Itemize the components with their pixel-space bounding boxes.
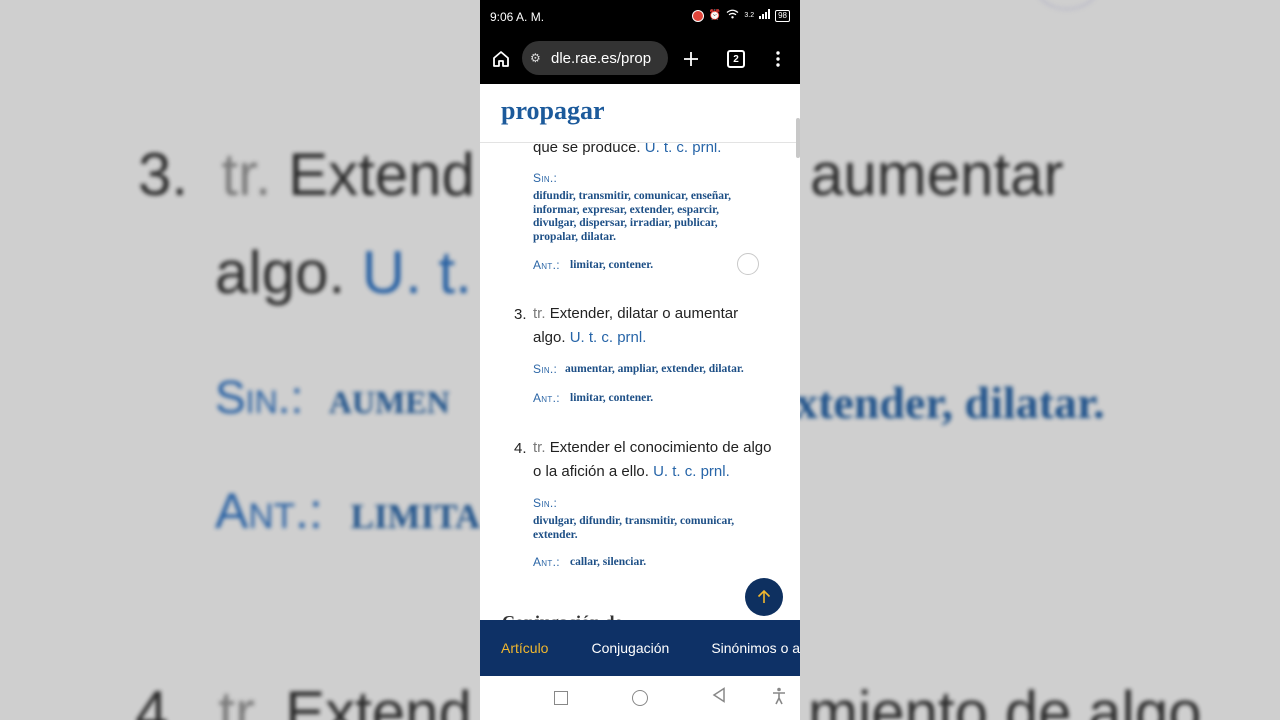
back-button[interactable] — [712, 687, 726, 708]
wifi-icon — [726, 9, 739, 22]
partial-definition-line: que se produce. U. t. c. prnl. — [533, 142, 722, 156]
bottom-tab-bar: Artículo Conjugación Sinónimos o antónim… — [480, 620, 800, 676]
entry-header: propagar — [480, 84, 800, 143]
signal-icon — [759, 9, 771, 22]
synonyms-label: Sin.: — [533, 362, 558, 376]
definition-4: tr. Extender el conocimiento de algo o l… — [533, 439, 772, 480]
accessibility-icon[interactable] — [772, 687, 786, 710]
synonym-line[interactable]: divulgar, difundir, transmitir, comunica… — [533, 515, 734, 529]
entry-content: que se produce. U. t. c. prnl. Sin.: dif… — [480, 142, 800, 620]
phone-screen: 9:06 A. M. ⏰ 3.2 98 ⚙ dle.rae.es/prop 2 — [480, 0, 800, 720]
synonyms-label: Sin.: — [533, 171, 558, 185]
bg-line-5: 4. tr. Extend — [135, 679, 472, 720]
arrow-up-icon — [757, 589, 771, 603]
scroll-top-button[interactable] — [745, 578, 783, 616]
network-speed: 3.2 — [744, 12, 755, 19]
synonym-line[interactable]: extender. — [533, 529, 734, 543]
synonyms-list: difundir, transmitir, comunicar, enseñar… — [533, 190, 731, 244]
recording-icon — [691, 9, 704, 22]
definition-number: 3. — [514, 306, 527, 323]
home-button[interactable] — [632, 690, 648, 706]
definition-3: tr. Extender, dilatar o aumentar algo. U… — [533, 305, 739, 346]
bg-line-3: Sin.: aumen — [215, 371, 450, 423]
tab-sinonimos[interactable]: Sinónimos o antónimos — [711, 640, 800, 656]
touch-indicator — [737, 253, 759, 275]
antonyms-label: Ant.: — [533, 258, 560, 272]
synonyms-list: divulgar, difundir, transmitir, comunica… — [533, 515, 734, 542]
battery-icon: 98 — [775, 9, 790, 22]
url-text: dle.rae.es/prop — [551, 49, 652, 67]
synonyms-list[interactable]: aumentar, ampliar, extender, dilatar. — [565, 363, 744, 377]
alarm-icon: ⏰ — [708, 10, 722, 21]
scrollbar[interactable] — [796, 118, 800, 158]
system-navigation-bar — [480, 676, 800, 720]
tab-conjugacion[interactable]: Conjugación — [591, 640, 669, 656]
synonym-line[interactable]: propalar, dilatar. — [533, 231, 731, 245]
bg-line-3-right: xtender, dilatar. — [795, 377, 1105, 428]
section-heading: Conjugación de — [502, 612, 623, 620]
tab-articulo[interactable]: Artículo — [501, 640, 548, 656]
recents-button[interactable] — [554, 691, 568, 705]
tab-count: 2 — [727, 50, 745, 68]
synonym-line[interactable]: informar, expresar, extender, esparcir, — [533, 204, 731, 218]
synonyms-label: Sin.: — [533, 496, 558, 510]
antonyms-list[interactable]: callar, silenciar. — [570, 556, 646, 570]
antonyms-list[interactable]: limitar, contener. — [570, 259, 653, 273]
kebab-icon[interactable] — [765, 46, 791, 72]
antonyms-label: Ant.: — [533, 555, 560, 569]
status-bar: 9:06 A. M. ⏰ 3.2 98 — [480, 0, 800, 34]
address-bar[interactable]: ⚙ dle.rae.es/prop — [522, 41, 668, 75]
status-time: 9:06 A. M. — [490, 10, 545, 24]
synonym-line[interactable]: difundir, transmitir, comunicar, enseñar… — [533, 190, 731, 204]
bg-line-5-right: miento de algo — [808, 679, 1202, 720]
browser-toolbar: ⚙ dle.rae.es/prop 2 — [480, 34, 800, 84]
bg-line-2: algo. U. t. — [215, 239, 472, 306]
antonyms-label: Ant.: — [533, 391, 560, 405]
bg-line-1: 3. tr. Extend — [138, 141, 475, 208]
bg-line-1-right: aumentar — [810, 141, 1064, 208]
definition-number: 4. — [514, 440, 527, 457]
plus-icon[interactable] — [678, 46, 704, 72]
tab-switcher-button[interactable]: 2 — [723, 46, 749, 72]
background-circle — [1035, 0, 1099, 10]
home-icon[interactable] — [488, 46, 514, 72]
bg-line-4: Ant.: limita — [215, 483, 481, 539]
antonyms-list[interactable]: limitar, contener. — [570, 392, 653, 406]
synonym-line[interactable]: divulgar, dispersar, irradiar, publicar, — [533, 217, 731, 231]
site-settings-icon[interactable]: ⚙ — [530, 51, 546, 65]
status-icons: ⏰ 3.2 98 — [691, 9, 790, 22]
headword: propagar — [501, 96, 605, 125]
